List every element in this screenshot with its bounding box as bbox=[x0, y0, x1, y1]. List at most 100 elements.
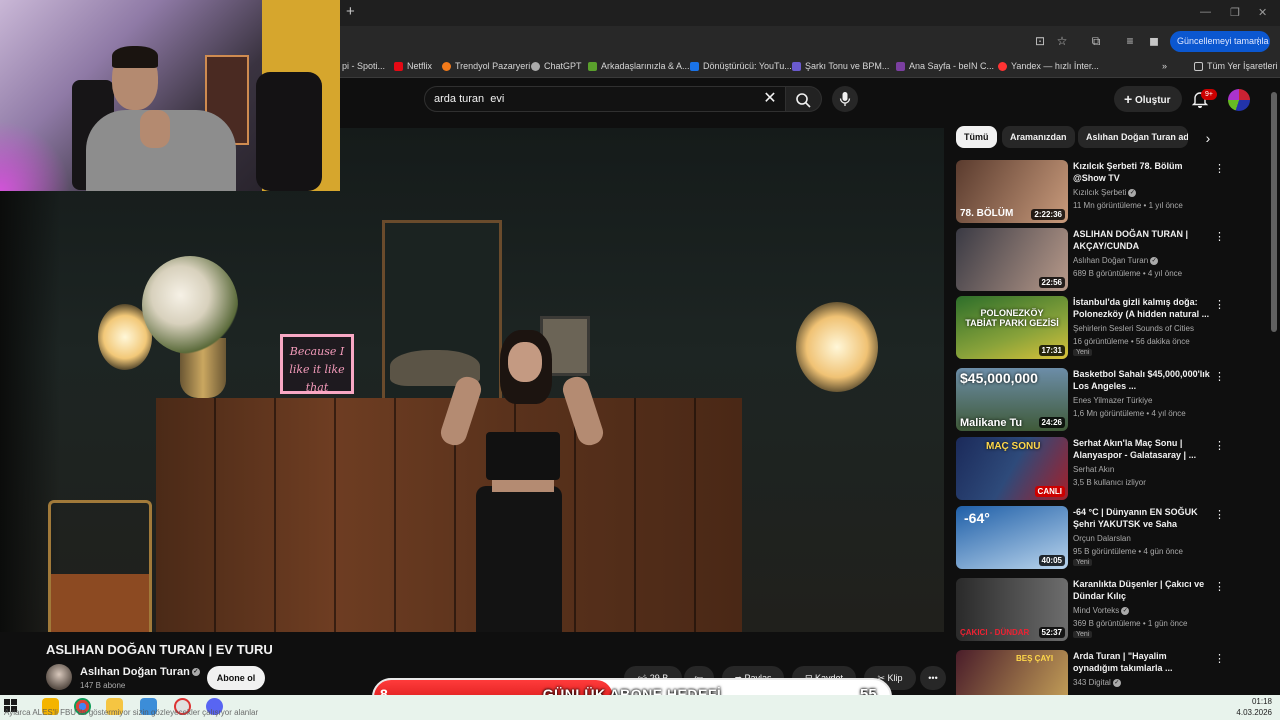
friends-icon bbox=[588, 61, 597, 71]
recommendation-item[interactable]: 22:56 ASLIHAN DOĞAN TURAN | AKÇAY/CUNDA … bbox=[956, 228, 1225, 292]
profile-icon[interactable]: ◼ bbox=[1146, 33, 1162, 49]
recommendation-item[interactable]: -64° 40:05 -64 °C | Dünyanın EN SOĞUK Şe… bbox=[956, 506, 1225, 570]
bookmark-label: Dönüştürücü: YouTu... bbox=[703, 61, 792, 71]
plus-icon: + bbox=[1124, 91, 1133, 107]
more-vert-icon[interactable]: ⋮ bbox=[1214, 230, 1225, 244]
video-thumbnail[interactable]: $45,000,000 Malikane Tu 24:26 bbox=[956, 368, 1068, 431]
video-thumbnail[interactable]: MAÇ SONU CANLI bbox=[956, 437, 1068, 500]
media-controls-icon[interactable]: ≡ bbox=[1122, 33, 1138, 49]
maximize-icon[interactable]: ❐ bbox=[1230, 6, 1240, 19]
recommendation-channel[interactable]: Enes Yilmazer Türkiye bbox=[1073, 396, 1152, 405]
video-duration: 24:26 bbox=[1038, 417, 1065, 428]
recommendation-channel[interactable]: Orçun Dalarslan bbox=[1073, 534, 1131, 543]
more-actions-button[interactable]: ••• bbox=[920, 666, 946, 690]
update-button[interactable]: Güncellemeyi tamamla ⋮ bbox=[1170, 31, 1270, 52]
recommendation-channel[interactable]: Aslıhan Doğan Turan ✓ bbox=[1073, 256, 1159, 265]
bookmark-item[interactable]: Ana Sayfa - beIN C... bbox=[896, 61, 994, 71]
clock-time[interactable]: 01:18 bbox=[1242, 697, 1272, 706]
recommendation-channel[interactable]: Kızılcık Şerbeti ✓ bbox=[1073, 188, 1137, 197]
recommendation-channel[interactable]: 343 Digital ✓ bbox=[1073, 678, 1121, 687]
bookmark-item[interactable]: Arkadaşlarınızla & A... bbox=[588, 61, 690, 71]
channel-name[interactable]: Aslıhan Doğan Turan ✓ bbox=[80, 666, 200, 678]
channel-avatar[interactable] bbox=[46, 664, 72, 690]
voice-search-button[interactable] bbox=[832, 86, 858, 112]
chatgpt-icon bbox=[531, 61, 540, 71]
video-thumbnail[interactable]: ÇAKICI - DÜNDAR 52:37 bbox=[956, 578, 1068, 641]
new-tab-button[interactable]: + bbox=[346, 4, 360, 19]
bookmark-item[interactable]: Dönüştürücü: YouTu... bbox=[690, 61, 792, 71]
video-thumbnail[interactable]: 78. BÖLÜM 2:22:36 bbox=[956, 160, 1068, 223]
clock-date[interactable]: 4.03.2026 bbox=[1232, 708, 1272, 717]
close-window-icon[interactable]: ✕ bbox=[1258, 6, 1267, 19]
video-thumbnail[interactable]: BEŞ ÇAYI bbox=[956, 650, 1068, 695]
recommendation-title[interactable]: İstanbul'da gizli kalmış doğa: Polonezkö… bbox=[1073, 296, 1211, 320]
video-thumbnail[interactable]: POLONEZKÖY TABİAT PARKI GEZİSİ 17:31 bbox=[956, 296, 1068, 359]
recommendation-channel[interactable]: Serhat Akın bbox=[1073, 465, 1114, 474]
bookmark-item[interactable]: ChatGPT bbox=[531, 61, 582, 71]
bookmark-item[interactable]: Trendyol Pazaryeri bbox=[442, 61, 530, 71]
extensions-icon[interactable]: ⧉ bbox=[1088, 33, 1104, 49]
video-thumbnail[interactable]: 22:56 bbox=[956, 228, 1068, 291]
new-badge: Yeni bbox=[1073, 631, 1093, 638]
create-button[interactable]: + Oluştur bbox=[1114, 86, 1182, 112]
recommendation-title[interactable]: Kızılcık Şerbeti 78. Bölüm @Show TV bbox=[1073, 160, 1211, 184]
chevron-right-icon[interactable]: › bbox=[1200, 130, 1216, 146]
more-menu-icon[interactable]: ⋮ bbox=[1254, 31, 1263, 52]
recommendation-item[interactable]: MAÇ SONU CANLI Serhat Akın'la Maç Sonu |… bbox=[956, 437, 1225, 501]
account-avatar[interactable] bbox=[1228, 89, 1250, 111]
bookmark-item[interactable]: Yandex — hızlı İnter... bbox=[998, 61, 1099, 71]
verified-icon: ✓ bbox=[1128, 188, 1137, 197]
more-vert-icon[interactable]: ⋮ bbox=[1214, 508, 1225, 522]
page-scrollbar[interactable] bbox=[1271, 92, 1277, 332]
more-vert-icon[interactable]: ⋮ bbox=[1214, 162, 1225, 176]
minimize-icon[interactable]: — bbox=[1200, 6, 1211, 18]
verified-icon: ✓ bbox=[191, 668, 200, 677]
create-label: Oluştur bbox=[1134, 95, 1171, 106]
recommendation-item[interactable]: ÇAKICI - DÜNDAR 52:37 Karanlıkta Düşenle… bbox=[956, 578, 1225, 642]
chip-from-search[interactable]: Aramanızdan bbox=[1002, 126, 1075, 148]
more-vert-icon[interactable]: ⋮ bbox=[1214, 580, 1225, 594]
verified-icon: ✓ bbox=[1112, 678, 1121, 687]
more-vert-icon[interactable]: ⋮ bbox=[1214, 439, 1225, 453]
chip-channel[interactable]: Aslıhan Doğan Turan adı bbox=[1078, 126, 1188, 148]
recommendation-item[interactable]: BEŞ ÇAYI Arda Turan | "Hayalim oynadığım… bbox=[956, 650, 1224, 695]
recommendation-title[interactable]: Serhat Akın'la Maç Sonu | Alanyaspor - G… bbox=[1073, 437, 1211, 461]
subscribe-button[interactable]: Abone ol bbox=[207, 666, 265, 690]
recommendation-title[interactable]: -64 °C | Dünyanın EN SOĞUK Şehri YAKUTSK… bbox=[1073, 506, 1211, 530]
bookmarks-overflow-button[interactable]: » bbox=[1162, 61, 1167, 71]
recommendation-title[interactable]: Karanlıkta Düşenler | Çakıcı ve Dündar K… bbox=[1073, 578, 1211, 602]
netflix-icon bbox=[394, 61, 403, 71]
recommendation-channel[interactable]: Şehirlerin Sesleri Sounds of Cities bbox=[1073, 324, 1194, 333]
more-vert-icon[interactable]: ⋮ bbox=[1214, 652, 1224, 666]
more-vert-icon[interactable]: ⋮ bbox=[1214, 298, 1225, 312]
recommendation-meta: 1,6 Mn görüntüleme • 4 yıl önce bbox=[1073, 409, 1186, 418]
folder-icon bbox=[1194, 61, 1203, 71]
recommendation-channel[interactable]: Mind Vorteks ✓ bbox=[1073, 606, 1130, 615]
bookmark-label: Arkadaşlarınızla & A... bbox=[601, 61, 690, 71]
bookmark-item[interactable]: Netflix bbox=[394, 61, 432, 71]
more-vert-icon[interactable]: ⋮ bbox=[1214, 370, 1225, 384]
video-player[interactable]: Because I like it like that bbox=[0, 128, 944, 632]
chip-all[interactable]: Tümü bbox=[956, 126, 997, 148]
bookmark-star-icon[interactable]: ☆ bbox=[1054, 33, 1070, 49]
search-input[interactable] bbox=[434, 90, 734, 108]
video-duration: 22:56 bbox=[1038, 277, 1065, 288]
recommendation-title[interactable]: Basketbol Sahalı $45,000,000'lık Los Ang… bbox=[1073, 368, 1211, 392]
recommendation-item[interactable]: 78. BÖLÜM 2:22:36 Kızılcık Şerbeti 78. B… bbox=[956, 160, 1225, 224]
bookmark-label: Ana Sayfa - beIN C... bbox=[909, 61, 995, 71]
recommendation-title[interactable]: Arda Turan | "Hayalim oynadığım takımlar… bbox=[1073, 650, 1211, 674]
bookmark-item[interactable]: Şarkı Tonu ve BPM... bbox=[792, 61, 889, 71]
more-horizontal-icon: ••• bbox=[928, 673, 938, 683]
bookmark-item[interactable]: pi - Spoti... bbox=[342, 61, 385, 71]
install-app-icon[interactable]: ⊡ bbox=[1032, 33, 1048, 49]
recommendation-item[interactable]: $45,000,000 Malikane Tu 24:26 Basketbol … bbox=[956, 368, 1225, 432]
all-bookmarks-button[interactable]: Tüm Yer İşaretleri bbox=[1194, 61, 1278, 71]
clear-search-icon[interactable]: ✕ bbox=[762, 90, 778, 108]
recommendation-item[interactable]: POLONEZKÖY TABİAT PARKI GEZİSİ 17:31 İst… bbox=[956, 296, 1225, 360]
bookmark-label: Trendyol Pazaryeri bbox=[455, 61, 531, 71]
recommendation-title[interactable]: ASLIHAN DOĞAN TURAN | AKÇAY/CUNDA bbox=[1073, 228, 1211, 252]
search-button[interactable] bbox=[786, 86, 822, 112]
channel-label: Orçun Dalarslan bbox=[1073, 534, 1131, 543]
bookmark-label: ChatGPT bbox=[544, 61, 582, 71]
video-thumbnail[interactable]: -64° 40:05 bbox=[956, 506, 1068, 569]
